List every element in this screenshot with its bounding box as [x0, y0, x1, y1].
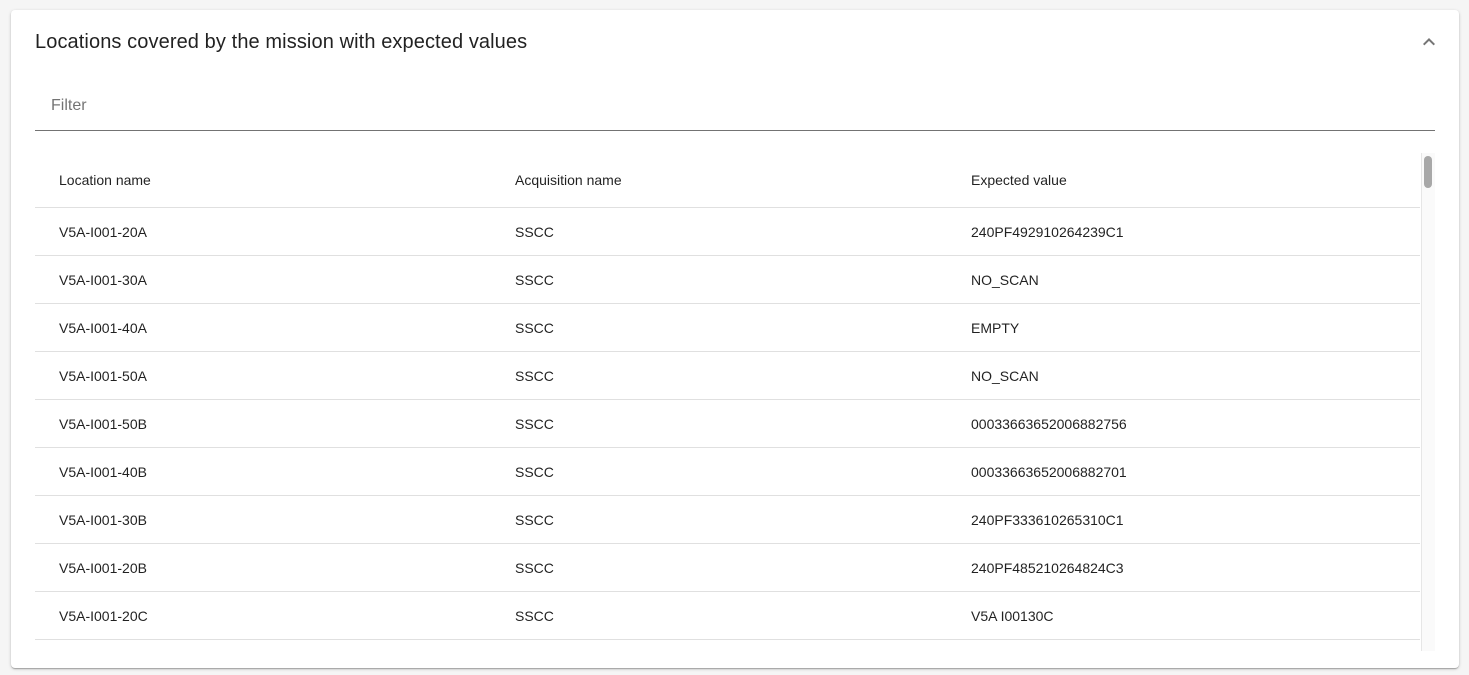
table-row[interactable]: V5A-I001-50B SSCC 00033663652006882756 — [35, 399, 1420, 448]
acquisition-name-cell: SSCC — [491, 447, 947, 496]
acquisition-name-cell: SSCC — [491, 591, 947, 640]
acquisition-name-cell: SSCC — [491, 255, 947, 304]
acquisition-name-cell: SSCC — [491, 303, 947, 352]
location-name-cell: V5A-I001-50B — [35, 399, 491, 448]
table-row[interactable]: V5A-I001-30B SSCC 240PF333610265310C1 — [35, 495, 1420, 544]
expected-value-cell: 240PF485210264824C3 — [947, 543, 1420, 592]
location-name-cell: V5A-I001-50A — [35, 351, 491, 400]
table-row[interactable]: V5A-I001-20A SSCC 240PF492910264239C1 — [35, 207, 1420, 256]
table-row[interactable]: V5A-I001-30A SSCC NO_SCAN — [35, 255, 1420, 304]
table-row[interactable]: V5A-I001-20C SSCC V5A I00130C — [35, 591, 1420, 640]
panel-title: Locations covered by the mission with ex… — [35, 31, 528, 53]
filter-field — [35, 84, 1435, 131]
locations-table: Location name Acquisition name Expected … — [35, 153, 1420, 640]
table-header-row: Location name Acquisition name Expected … — [35, 153, 1420, 208]
table-row[interactable]: V5A-I001-20B SSCC 240PF485210264824C3 — [35, 543, 1420, 592]
expected-value-cell: NO_SCAN — [947, 255, 1420, 304]
chevron-up-icon[interactable] — [1417, 30, 1441, 54]
expected-value-cell: EMPTY — [947, 303, 1420, 352]
column-header-location-name[interactable]: Location name — [35, 153, 491, 208]
acquisition-name-cell: SSCC — [491, 543, 947, 592]
location-name-cell: V5A-I001-20C — [35, 591, 491, 640]
expected-value-cell: 00033663652006882701 — [947, 447, 1420, 496]
locations-table-container: Location name Acquisition name Expected … — [35, 153, 1435, 651]
acquisition-name-cell: SSCC — [491, 495, 947, 544]
table-row[interactable]: V5A-I001-50A SSCC NO_SCAN — [35, 351, 1420, 400]
location-name-cell: V5A-I001-20B — [35, 543, 491, 592]
acquisition-name-cell: SSCC — [491, 399, 947, 448]
location-name-cell: V5A-I001-40A — [35, 303, 491, 352]
expected-value-cell: 240PF492910264239C1 — [947, 207, 1420, 256]
column-header-expected-value[interactable]: Expected value — [947, 153, 1420, 208]
column-header-acquisition-name[interactable]: Acquisition name — [491, 153, 947, 208]
panel-header[interactable]: Locations covered by the mission with ex… — [11, 10, 1459, 72]
acquisition-name-cell: SSCC — [491, 351, 947, 400]
expected-value-cell: V5A I00130C — [947, 591, 1420, 640]
location-name-cell: V5A-I001-40B — [35, 447, 491, 496]
table-row[interactable]: V5A-I001-40B SSCC 00033663652006882701 — [35, 447, 1420, 496]
scrollbar-thumb[interactable] — [1424, 156, 1432, 188]
location-name-cell: V5A-I001-30A — [35, 255, 491, 304]
expected-value-cell: 00033663652006882756 — [947, 399, 1420, 448]
location-name-cell: V5A-I001-20A — [35, 207, 491, 256]
location-name-cell: V5A-I001-30B — [35, 495, 491, 544]
expected-value-cell: NO_SCAN — [947, 351, 1420, 400]
table-scrollbar[interactable] — [1421, 153, 1435, 651]
filter-input[interactable] — [35, 84, 1435, 128]
mission-locations-panel: Locations covered by the mission with ex… — [11, 10, 1459, 668]
acquisition-name-cell: SSCC — [491, 207, 947, 256]
expected-value-cell: 240PF333610265310C1 — [947, 495, 1420, 544]
table-row[interactable]: V5A-I001-40A SSCC EMPTY — [35, 303, 1420, 352]
